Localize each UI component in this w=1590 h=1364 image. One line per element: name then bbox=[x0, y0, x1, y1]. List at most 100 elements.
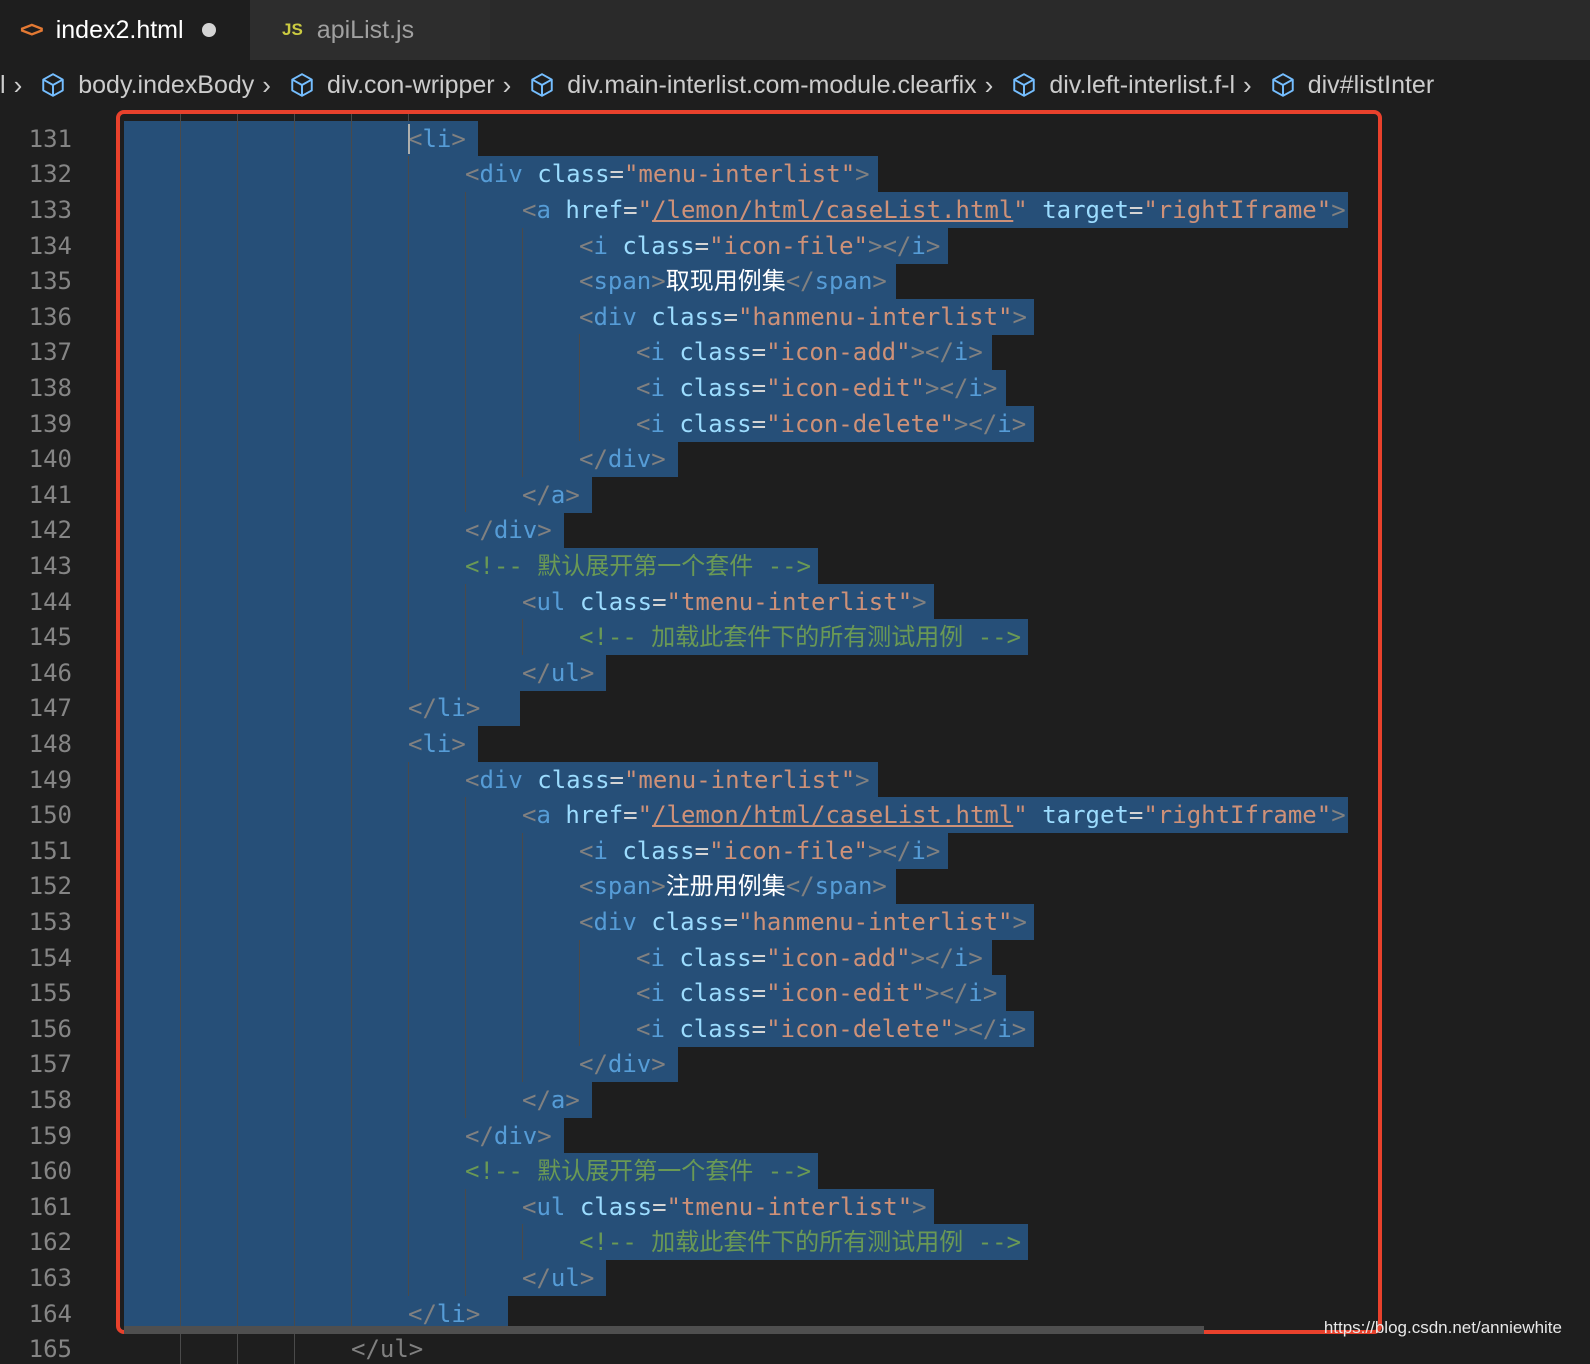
code-token: "icon-delete" bbox=[766, 409, 954, 438]
code-line[interactable]: 160 <!-- 默认展开第一个套件 --> bbox=[0, 1153, 1590, 1190]
cube-icon bbox=[1013, 73, 1036, 97]
breadcrumb-item[interactable]: div.main-interlist.com-module.clearfix bbox=[513, 71, 977, 100]
tab-index2-html[interactable]: <> index2.html bbox=[0, 0, 250, 60]
code-token: > bbox=[465, 694, 481, 723]
code-line[interactable]: 163 </ul> bbox=[0, 1259, 1590, 1296]
indent-guide bbox=[522, 334, 523, 371]
chevron-right-icon: › bbox=[984, 69, 994, 100]
code-line[interactable]: 141 </a> bbox=[0, 476, 1590, 513]
line-number: 161 bbox=[28, 1192, 72, 1221]
code-line[interactable]: 145 <!-- 加载此套件下的所有测试用例 --> bbox=[0, 619, 1590, 656]
indent-guide bbox=[408, 868, 409, 905]
indent-guide bbox=[351, 797, 352, 834]
indent-guide bbox=[180, 1188, 181, 1225]
code-token: ></ bbox=[868, 836, 912, 865]
line-number: 158 bbox=[28, 1085, 72, 1114]
code-line[interactable]: 134 <i class="icon-file"></i> bbox=[0, 227, 1590, 264]
unsaved-dot-icon[interactable] bbox=[201, 23, 216, 37]
indent-guide bbox=[522, 1224, 523, 1261]
chevron-right-icon: › bbox=[1243, 69, 1252, 100]
code-line[interactable]: 136 <div class="hanmenu-interlist"> bbox=[0, 298, 1590, 335]
code-line[interactable]: 151 <i class="icon-file"></i> bbox=[0, 832, 1590, 869]
code-token: < bbox=[579, 872, 594, 901]
indent-guide bbox=[180, 832, 181, 869]
breadcrumb-label: l bbox=[0, 70, 6, 99]
breadcrumb-item[interactable]: l bbox=[0, 71, 6, 100]
code-line[interactable]: 153 <div class="hanmenu-interlist"> bbox=[0, 903, 1590, 940]
code-line[interactable]: 147 </li> bbox=[0, 690, 1590, 727]
code-token: href bbox=[565, 801, 624, 830]
code-editor[interactable]: 130</li>131<li>132<div class="menu-inter… bbox=[0, 112, 1590, 1364]
code-token: </ bbox=[522, 1263, 551, 1292]
tab-apilist-js[interactable]: JS apiList.js bbox=[250, 0, 490, 60]
code-token: "icon-edit" bbox=[766, 979, 926, 1008]
code-line[interactable]: 156 <i class="icon-delete"></i> bbox=[0, 1010, 1590, 1047]
code-line[interactable]: 135 <span>取现用例集</span> bbox=[0, 263, 1590, 300]
code-token: > bbox=[1011, 1014, 1027, 1043]
code-token: = bbox=[694, 836, 710, 865]
indent-guide bbox=[408, 1224, 409, 1261]
code-token: < bbox=[579, 231, 594, 260]
code-token: > bbox=[968, 943, 983, 972]
breadcrumb-item[interactable]: body.indexBody bbox=[24, 71, 254, 100]
breadcrumb-item[interactable]: div.left-interlist.f-l bbox=[995, 71, 1235, 100]
code-text: <i class="icon-delete"></i> bbox=[636, 406, 1026, 442]
code-line[interactable]: 149 <div class="menu-interlist"> bbox=[0, 761, 1590, 798]
code-line[interactable]: 133 <a href="/lemon/html/caseList.html" t… bbox=[0, 191, 1590, 228]
code-line[interactable]: 138 <i class="icon-edit"></i> bbox=[0, 369, 1590, 406]
line-number: 143 bbox=[28, 551, 72, 580]
code-line[interactable]: 157 </div> bbox=[0, 1046, 1590, 1083]
code-text: <li> bbox=[408, 121, 466, 157]
code-line[interactable]: 143 <!-- 默认展开第一个套件 --> bbox=[0, 547, 1590, 584]
indent-guide bbox=[408, 832, 409, 869]
code-line[interactable]: 155 <i class="icon-edit"></i> bbox=[0, 975, 1590, 1012]
code-line[interactable]: 154 <i class="icon-add"></i> bbox=[0, 939, 1590, 976]
code-token: "tmenu-interlist" bbox=[666, 1192, 913, 1221]
code-line[interactable]: 144 <ul class="tmenu-interlist"> bbox=[0, 583, 1590, 620]
indent-guide bbox=[180, 761, 181, 798]
code-token: <!-- 加载此套件下的所有测试用例 --> bbox=[579, 623, 1022, 652]
code-token: < bbox=[522, 587, 537, 616]
code-line[interactable]: 152 <span>注册用例集</span> bbox=[0, 868, 1590, 905]
code-line[interactable]: 158 </a> bbox=[0, 1081, 1590, 1118]
code-token: = bbox=[751, 943, 767, 972]
code-line[interactable]: 142 </div> bbox=[0, 512, 1590, 549]
horizontal-scrollbar[interactable] bbox=[124, 1326, 1204, 1334]
code-line[interactable]: 146 </ul> bbox=[0, 654, 1590, 691]
indent-guide bbox=[351, 1188, 352, 1225]
code-token: "hanmenu-interlist" bbox=[737, 907, 1013, 936]
code-token: < bbox=[522, 1192, 537, 1221]
code-token: i bbox=[650, 979, 665, 1008]
line-number: 149 bbox=[28, 765, 72, 794]
indent-guide bbox=[465, 191, 466, 228]
indent-guide bbox=[408, 156, 409, 193]
indent-guide bbox=[294, 1010, 295, 1047]
code-token: > bbox=[925, 231, 941, 260]
code-line[interactable]: 162 <!-- 加载此套件下的所有测试用例 --> bbox=[0, 1224, 1590, 1261]
code-line[interactable]: 159 </div> bbox=[0, 1117, 1590, 1154]
code-token: a bbox=[550, 1085, 566, 1114]
line-number: 163 bbox=[28, 1263, 72, 1292]
code-token: < bbox=[636, 373, 651, 402]
code-text: <a href="/lemon/html/caseList.html" targ… bbox=[522, 797, 1346, 833]
code-token: /lemon/html/caseList.html bbox=[652, 801, 1014, 830]
code-token: div bbox=[593, 907, 637, 936]
indent-guide bbox=[522, 227, 523, 264]
code-token: class bbox=[579, 1192, 653, 1221]
code-line[interactable]: 140 </div> bbox=[0, 441, 1590, 478]
code-token: = bbox=[1128, 195, 1144, 224]
code-token: = bbox=[652, 1192, 667, 1221]
code-line[interactable]: 131 <li> bbox=[0, 120, 1590, 157]
code-line[interactable]: 132 <div class="menu-interlist"> bbox=[0, 156, 1590, 193]
code-line[interactable]: 150 <a href="/lemon/html/caseList.html" t… bbox=[0, 797, 1590, 834]
indent-guide bbox=[522, 975, 523, 1012]
code-line[interactable]: 161 <ul class="tmenu-interlist"> bbox=[0, 1188, 1590, 1225]
indent-guide bbox=[408, 191, 409, 228]
code-line[interactable]: 137 <i class="icon-add"></i> bbox=[0, 334, 1590, 371]
code-line[interactable]: 139 <i class="icon-delete"></i> bbox=[0, 405, 1590, 442]
code-token: </ bbox=[579, 445, 608, 474]
breadcrumb-item[interactable]: div#listInter bbox=[1254, 71, 1434, 100]
breadcrumb-item[interactable]: div.con-wripper bbox=[273, 71, 495, 100]
code-line[interactable]: 148 <li> bbox=[0, 725, 1590, 762]
